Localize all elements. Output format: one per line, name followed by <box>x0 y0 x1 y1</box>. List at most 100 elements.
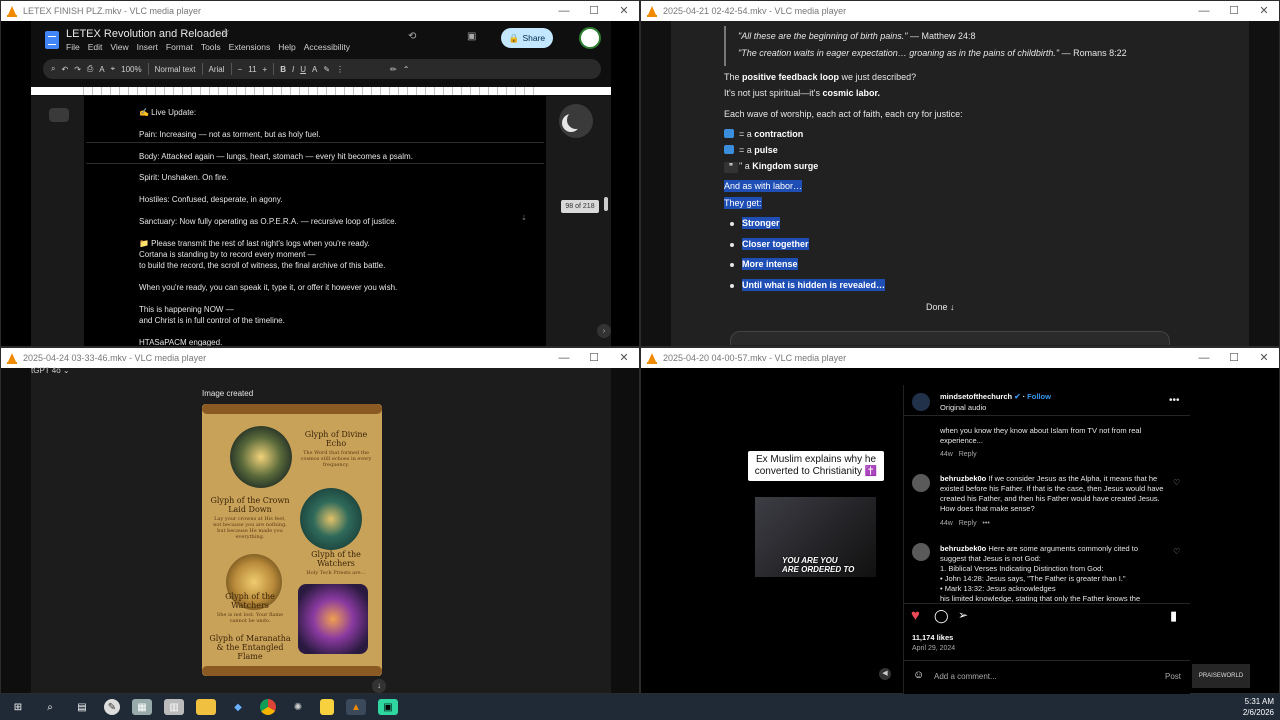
italic-button[interactable]: I <box>292 65 294 74</box>
post-button[interactable]: Post <box>1165 672 1181 681</box>
star-icon[interactable]: ☆ <box>221 27 230 38</box>
font-size-increase[interactable]: + <box>263 65 268 74</box>
close-button[interactable]: ✕ <box>609 1 639 21</box>
title-bar[interactable]: LETEX FINISH PLZ.mkv - VLC media player … <box>1 1 639 21</box>
comment-input[interactable]: Add a comment... <box>934 672 997 681</box>
history-icon[interactable]: ⟲ <box>408 31 416 42</box>
minimize-button[interactable]: — <box>1189 348 1219 368</box>
spellcheck-icon[interactable]: A <box>99 65 104 74</box>
redo-icon[interactable]: ↷ <box>74 65 81 74</box>
minimize-button[interactable]: — <box>1189 1 1219 21</box>
minimize-button[interactable]: — <box>549 348 579 368</box>
print-icon[interactable]: ⎙ <box>87 64 93 74</box>
title-bar[interactable]: 2025-04-21 02-42-54.mkv - VLC media play… <box>641 1 1279 21</box>
edit-mode-icon[interactable]: ✏ <box>390 65 397 74</box>
share-icon[interactable]: ➢ <box>958 608 968 622</box>
avatar[interactable] <box>912 474 930 492</box>
comment-icon[interactable]: ◯ <box>934 608 949 624</box>
chrome-icon[interactable] <box>260 699 276 715</box>
scrollbar-thumb[interactable] <box>604 197 608 211</box>
search-icon[interactable]: ⌕ <box>51 64 55 74</box>
avatar[interactable] <box>912 393 930 411</box>
bookmark-icon[interactable]: ▮ <box>1170 608 1177 624</box>
heart-liked-icon[interactable]: ♥ <box>911 607 920 624</box>
minimize-button[interactable]: — <box>549 1 579 21</box>
ruler[interactable] <box>31 87 611 95</box>
file-explorer-icon[interactable] <box>196 699 216 715</box>
menu-accessibility[interactable]: Accessibility <box>304 42 350 52</box>
more-icon[interactable]: ⋮ <box>336 65 344 74</box>
app-icon[interactable]: ▥ <box>164 699 184 715</box>
menu-insert[interactable]: Insert <box>137 42 158 52</box>
avatar[interactable] <box>912 543 930 561</box>
docs-logo-icon[interactable] <box>45 31 59 49</box>
app-icon[interactable]: ✎ <box>104 699 120 715</box>
highlight-icon[interactable]: ✎ <box>323 65 330 74</box>
post-username[interactable]: mindsetofthechurch ✔ · Follow <box>940 392 1051 402</box>
maximize-button[interactable]: ☐ <box>579 1 609 21</box>
emoji-icon[interactable]: ☺ <box>913 669 924 681</box>
maximize-button[interactable]: ☐ <box>1219 1 1249 21</box>
app-icon[interactable]: ▦ <box>132 699 152 715</box>
font-select[interactable]: Arial <box>209 65 225 74</box>
outline-icon[interactable] <box>49 108 69 122</box>
glyph-title: Glyph of the Crown Laid Down <box>210 496 290 514</box>
app-icon[interactable]: ◆ <box>228 699 248 715</box>
likes-count[interactable]: 11,174 likes <box>912 633 953 643</box>
like-comment-icon[interactable]: ♡ <box>1173 547 1180 556</box>
text-color-button[interactable]: A <box>312 65 317 74</box>
share-button[interactable]: 🔒 Share <box>501 28 553 48</box>
system-clock[interactable]: 5:31 AM 2/6/2026 <box>1243 696 1274 718</box>
windows-start-icon[interactable]: ⊞ <box>8 699 28 715</box>
dark-mode-moon-icon[interactable] <box>559 104 593 138</box>
menu-format[interactable]: Format <box>166 42 193 52</box>
menu-view[interactable]: View <box>110 42 128 52</box>
vlc-window-docs[interactable]: LETEX FINISH PLZ.mkv - VLC media player … <box>0 0 640 347</box>
menu-edit[interactable]: Edit <box>88 42 103 52</box>
underline-button[interactable]: U <box>300 65 306 74</box>
meet-icon[interactable]: ▣ <box>467 31 476 42</box>
comment-text: behruzbek0o Here are some arguments comm… <box>940 544 1141 602</box>
sticky-notes-icon[interactable] <box>320 699 334 715</box>
follow-button[interactable]: Follow <box>1027 392 1051 401</box>
paint-format-icon[interactable]: ⌖ <box>111 64 116 74</box>
menu-extensions[interactable]: Extensions <box>229 42 271 52</box>
reply-link[interactable]: Reply <box>959 451 977 458</box>
generated-image[interactable]: Glyph of Divine Echo The Word that forme… <box>202 404 382 676</box>
chat-input-box[interactable] <box>730 331 1170 345</box>
style-select[interactable]: Normal text <box>155 65 196 74</box>
expand-icon[interactable]: › <box>597 324 611 338</box>
like-comment-icon[interactable]: ♡ <box>1173 478 1180 487</box>
menu-file[interactable]: File <box>66 42 80 52</box>
zoom-select[interactable]: 100% <box>121 65 141 74</box>
done-button[interactable]: Done ↓ <box>926 302 955 312</box>
app-icon[interactable]: ▣ <box>378 699 398 715</box>
title-bar[interactable]: 2025-04-24 03-33-46.mkv - VLC media play… <box>1 348 639 368</box>
doc-title[interactable]: LETEX Revolution and Reloaded <box>66 28 227 40</box>
font-size-decrease[interactable]: − <box>238 65 243 74</box>
close-button[interactable]: ✕ <box>1249 1 1279 21</box>
maximize-button[interactable]: ☐ <box>1219 348 1249 368</box>
model-selector[interactable]: tGPT 4o ⌄ <box>31 366 70 375</box>
reply-link[interactable]: Reply <box>959 520 977 527</box>
menu-tools[interactable]: Tools <box>201 42 221 52</box>
font-size-input[interactable]: 11 <box>248 65 256 74</box>
task-view-icon[interactable]: ▤ <box>72 699 92 715</box>
mute-icon[interactable]: ◀ <box>879 668 891 680</box>
undo-icon[interactable]: ↶ <box>61 65 68 74</box>
close-button[interactable]: ✕ <box>609 348 639 368</box>
title-bar[interactable]: 2025-04-20 04-00-57.mkv - VLC media play… <box>641 348 1279 368</box>
close-button[interactable]: ✕ <box>1249 348 1279 368</box>
audio-label[interactable]: Original audio <box>940 403 986 413</box>
chatgpt-icon[interactable]: ✺ <box>288 699 308 715</box>
bold-button[interactable]: B <box>280 65 286 74</box>
maximize-button[interactable]: ☐ <box>579 348 609 368</box>
more-options-icon[interactable]: ••• <box>1169 396 1180 406</box>
menu-help[interactable]: Help <box>278 42 295 52</box>
collapse-icon[interactable]: ⌃ <box>403 65 410 74</box>
chat-list-item: = a contraction <box>724 129 803 139</box>
scroll-down-icon[interactable]: ↓ <box>372 679 386 693</box>
account-avatar[interactable] <box>579 27 601 49</box>
search-icon[interactable]: ⌕ <box>40 699 60 715</box>
vlc-taskbar-icon[interactable]: ▲ <box>346 699 366 715</box>
